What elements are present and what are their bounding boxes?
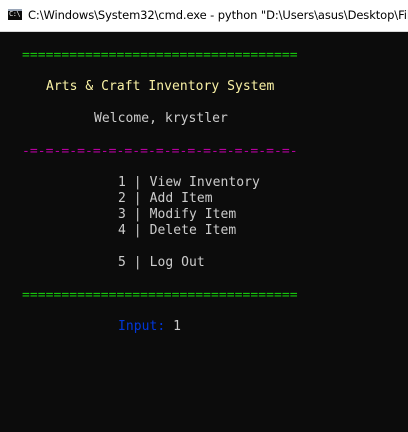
menu-number: 2 xyxy=(118,191,126,206)
menu-number: 4 xyxy=(118,223,126,238)
bottom-rule: =================================== xyxy=(22,288,298,303)
menu-label: Modify Item xyxy=(149,207,237,222)
menu-item-modify-item: 3 | Modify Item xyxy=(118,207,236,223)
menu-item-delete-item: 4 | Delete Item xyxy=(118,223,236,239)
app-title: Arts & Craft Inventory System xyxy=(46,79,275,94)
welcome-message: Welcome, krystler xyxy=(94,111,228,126)
menu-item-log-out: 5 | Log Out xyxy=(118,255,205,271)
top-rule: =================================== xyxy=(22,48,298,63)
menu-number: 1 xyxy=(118,175,126,190)
menu-number: 3 xyxy=(118,207,126,222)
cmd-window: C:\ C:\Windows\System32\cmd.exe - python… xyxy=(0,0,408,432)
menu-number: 5 xyxy=(118,255,126,270)
menu-label: Delete Item xyxy=(149,223,237,238)
input-value[interactable]: 1 xyxy=(173,319,181,334)
menu-label: View Inventory xyxy=(149,175,260,190)
cmd-icon-glyph: C:\ xyxy=(9,10,21,18)
menu-separator: | xyxy=(133,191,142,206)
menu-separator: | xyxy=(133,223,142,238)
cmd-icon[interactable]: C:\ xyxy=(8,9,22,20)
menu-label: Log Out xyxy=(149,255,205,270)
menu-separator: | xyxy=(133,255,142,270)
menu-label: Add Item xyxy=(149,191,213,206)
title-bar[interactable]: C:\ C:\Windows\System32\cmd.exe - python… xyxy=(0,0,408,32)
window-title: C:\Windows\System32\cmd.exe - python "D:… xyxy=(28,8,408,22)
mid-rule: -=-=-=-=-=-=-=-=-=-=-=-=-=-=-=-=-=- xyxy=(22,144,298,159)
input-prompt: Input: xyxy=(118,319,166,334)
menu-item-view-inventory: 1 | View Inventory xyxy=(118,175,260,191)
console-output[interactable]: =================================== Arts… xyxy=(0,32,408,432)
menu-separator: | xyxy=(133,207,142,222)
input-line[interactable]: Input: 1 xyxy=(118,319,181,335)
menu-separator: | xyxy=(133,175,142,190)
menu-item-add-item: 2 | Add Item xyxy=(118,191,213,207)
